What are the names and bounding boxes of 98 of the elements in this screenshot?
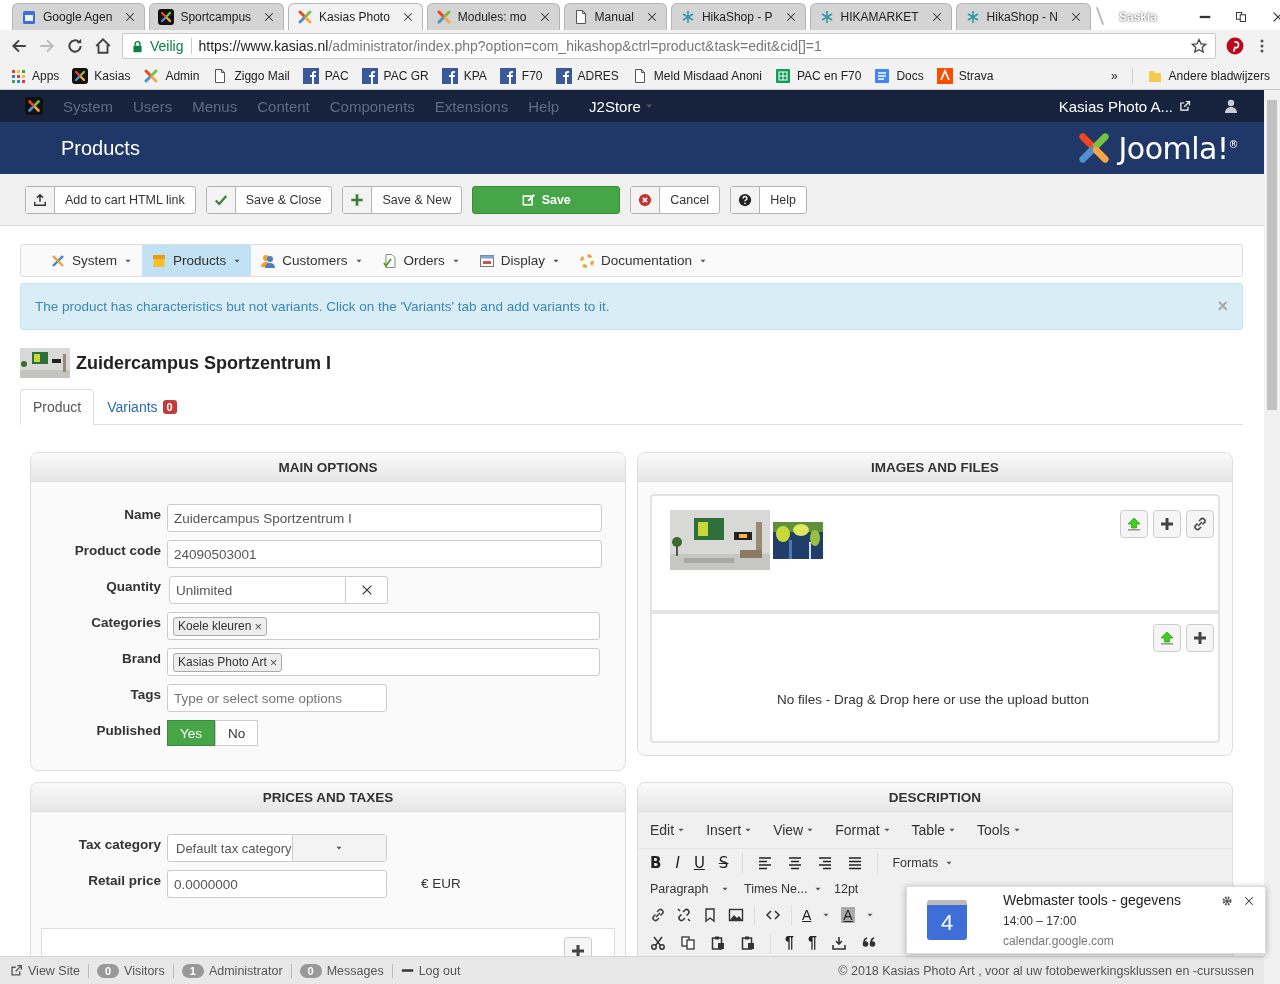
field-label: Published (95, 722, 161, 738)
tag-chip: Kasias Photo Art × (173, 652, 283, 672)
product-tab[interactable]: Variants 0 (94, 389, 190, 424)
text-field[interactable]: 24090503001 (167, 540, 602, 568)
toolbar-button[interactable]: Save & New (342, 185, 463, 214)
bookmark[interactable]: PAC (302, 67, 349, 84)
browser-tab[interactable]: HIKAMARKET (809, 3, 952, 30)
editor-menu[interactable]: View (773, 822, 816, 838)
bookmark[interactable]: F70 (499, 67, 543, 84)
field-label: Brand (121, 650, 161, 666)
submenu-item[interactable]: Products (142, 245, 252, 276)
quantity-field[interactable]: Unlimited (169, 576, 346, 604)
field-label: Name (123, 506, 161, 522)
tag-chip: Koele kleuren × (173, 616, 267, 636)
copyright-text: © 2018 Kasias Photo Art , voor al uw fotobewerkingsklussen en -cursussen (838, 963, 1254, 978)
format-button[interactable]: S (718, 854, 729, 872)
panel-title: DESCRIPTION (638, 783, 1232, 812)
status-counter[interactable]: 1 Administrator (181, 963, 283, 978)
format-button[interactable]: U (693, 854, 705, 872)
submenu-item[interactable]: Orders (372, 245, 470, 276)
editor-menu[interactable]: Insert (706, 822, 754, 838)
font-dropdown[interactable]: Times Ne... (744, 882, 820, 896)
alert-message: The product has characteristics but not variants. Click on the 'Variants' tab and add variants to it. (35, 299, 610, 314)
notification-title: Webmaster tools - gegevens (1003, 892, 1182, 908)
product-title: Zuidercampus Sportzentrum I (76, 352, 332, 374)
field-label: Tax category (77, 836, 161, 852)
bookmark-folder[interactable]: Andere bladwijzers (1146, 67, 1270, 84)
admin-menu-item[interactable]: J2Store (589, 97, 655, 115)
paragraph-dropdown[interactable]: Paragraph (650, 882, 730, 896)
editor-menu[interactable]: Format (835, 822, 892, 838)
logout-link[interactable]: Log out (400, 963, 461, 978)
toolbar-button[interactable]: Help (730, 185, 807, 214)
browser-tab[interactable]: HikaShop - P (670, 3, 806, 30)
browser-tab[interactable]: Modules: mo (426, 3, 560, 30)
browser-tab[interactable]: Kasias Photo (288, 3, 423, 30)
editor-menu[interactable]: Edit (650, 822, 687, 838)
bookmark[interactable]: ADRES (555, 67, 619, 84)
panel-title: PRICES AND TAXES (31, 783, 625, 812)
toolbar-button[interactable]: Add to cart HTML link (25, 185, 196, 214)
empty-files-message: No files - Drag & Drop here or use the upload button (775, 692, 1091, 707)
background-color-button[interactable]: A (841, 907, 855, 923)
tag-field[interactable]: Koele kleuren × (167, 612, 600, 640)
field-label: Tags (129, 686, 161, 702)
status-counter[interactable]: 0 Messages (299, 963, 384, 978)
panel-title: IMAGES AND FILES (638, 453, 1232, 482)
paragraph-button[interactable]: ¶ (807, 934, 817, 952)
toggle-option[interactable]: No (215, 720, 259, 746)
bookmark[interactable]: Ziggo Mail (212, 67, 290, 84)
format-button[interactable]: I (675, 854, 680, 872)
notification-time: 14:00 – 17:00 (1003, 914, 1078, 928)
address-bar[interactable]: Veilig https://www.kasias.nl/administrator/index.php?option=com_hikashop&ctrl=product&task=edit&cid[]=1 (122, 33, 1216, 59)
browser-tab[interactable]: Google Agen (12, 3, 146, 30)
product-tab[interactable]: Product (20, 389, 95, 425)
bookmark[interactable]: Admin (143, 67, 200, 84)
currency-label: € EUR (420, 875, 461, 891)
text-field[interactable]: Zuidercampus Sportzentrum I (167, 504, 602, 532)
browser-tab[interactable]: HikaShop - N (955, 3, 1091, 30)
text-color-button[interactable]: A (802, 907, 812, 923)
browser-tab[interactable]: Manual (563, 3, 667, 30)
editor-menu[interactable]: Tools (977, 822, 1022, 838)
tax-category-select[interactable]: Default tax category (167, 834, 387, 862)
submenu-item[interactable]: Display (469, 245, 571, 276)
status-counter[interactable]: 0 Visitors (96, 963, 165, 978)
submenu-item[interactable]: Customers (251, 245, 373, 276)
notification-source: calendar.google.com (1003, 934, 1115, 948)
page-title: Products (61, 136, 141, 160)
bookmark[interactable]: PAC GR (361, 67, 429, 84)
field-label: Product code (73, 542, 161, 558)
submenu-item[interactable]: Documentation (570, 245, 717, 276)
field-label: Quantity (105, 578, 161, 594)
browser-tab[interactable]: Sportcampus (149, 3, 285, 30)
toolbar-button[interactable]: Save & Close (205, 185, 333, 214)
bookmark[interactable]: Docs (874, 67, 924, 84)
tag-field[interactable]: Kasias Photo Art × (167, 648, 600, 676)
tags-field[interactable]: Type or select some options (167, 684, 387, 712)
formats-dropdown[interactable]: Formats (892, 856, 955, 870)
view-site-link[interactable]: View Site (10, 963, 80, 978)
submenu-item[interactable]: System (41, 245, 142, 276)
bookmark[interactable]: Strava (936, 67, 994, 84)
price-field[interactable]: 0.0000000 (167, 870, 387, 898)
format-button[interactable]: B (650, 854, 662, 872)
bookmark[interactable]: Meld Misdaad Anoni (631, 67, 762, 84)
more-bookmarks-button[interactable]: » (1110, 68, 1118, 83)
field-label: Categories (90, 614, 161, 630)
editor-menu[interactable]: Table (911, 822, 958, 838)
paragraph-button[interactable]: ¶ (785, 934, 794, 952)
toolbar-button[interactable]: Cancel (630, 185, 721, 214)
bookmark[interactable]: KPA (441, 67, 487, 84)
bookmark[interactable]: Kasias (72, 67, 131, 84)
panel-title: MAIN OPTIONS (31, 453, 625, 482)
calendar-day-icon: 4 (927, 900, 967, 940)
logo-text: Joomla!$^{®}$ (1118, 130, 1238, 166)
site-link[interactable]: Kasias Photo A... (1058, 97, 1173, 115)
profile-name[interactable]: Saskia (1101, 10, 1176, 24)
field-label: Retail price (87, 872, 161, 888)
bookmark[interactable]: Apps (10, 67, 60, 84)
size-dropdown[interactable]: 12pt (834, 882, 859, 896)
bookmark[interactable]: PAC en F70 (774, 67, 862, 84)
